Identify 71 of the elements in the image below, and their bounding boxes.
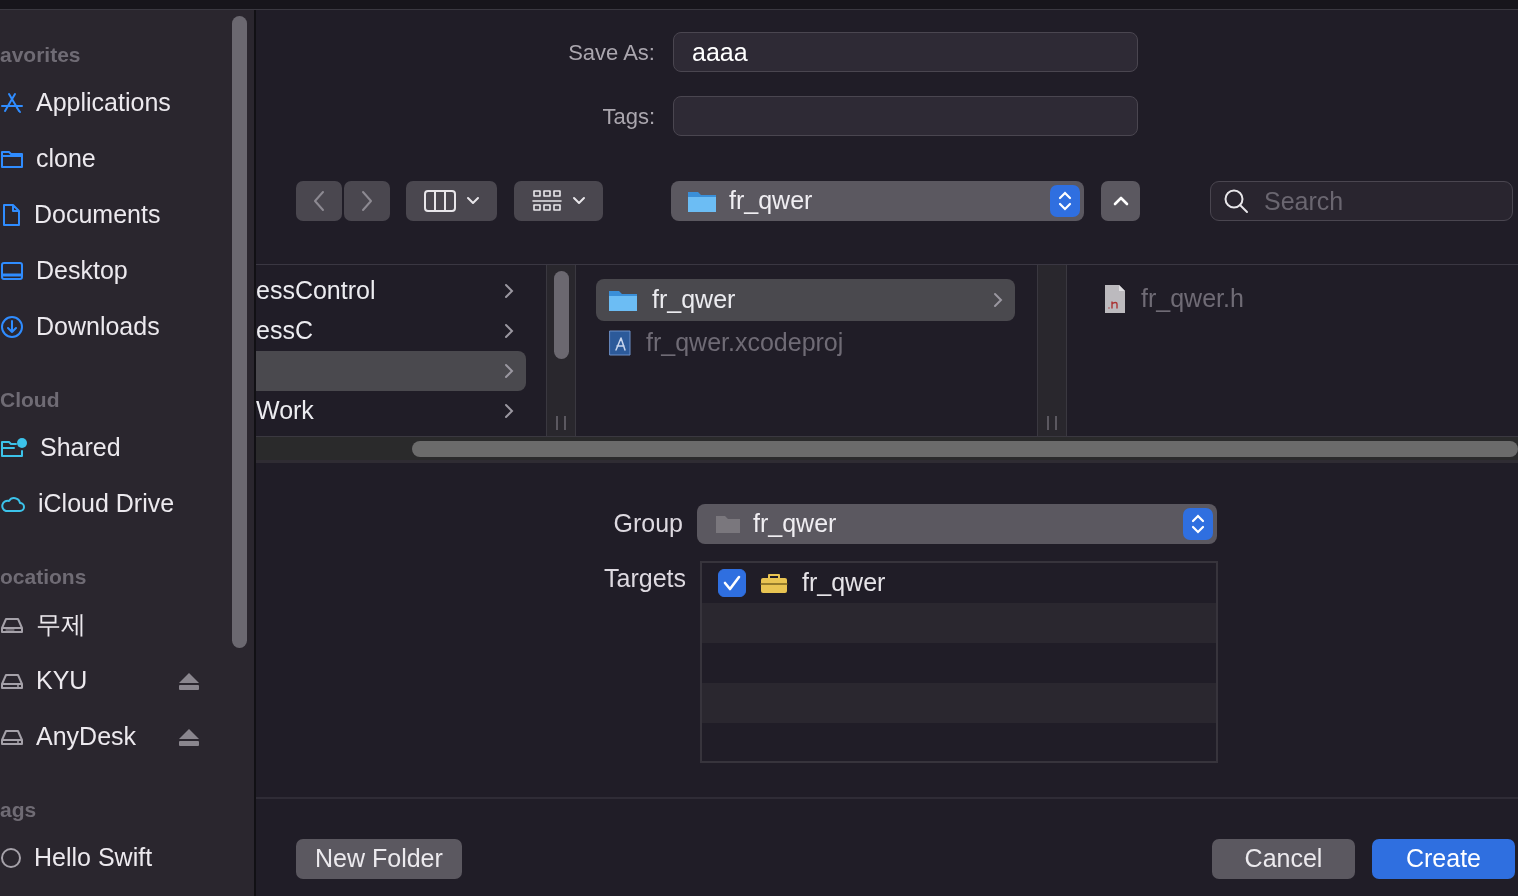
path-popup[interactable]: fr_qwer — [671, 181, 1084, 221]
shared-folder-icon — [0, 436, 28, 460]
sidebar-item[interactable]: Documents — [0, 187, 200, 243]
scrollbar-thumb[interactable] — [554, 271, 569, 359]
file-row[interactable]: fr_qwer — [596, 279, 1015, 321]
file-row[interactable]: essC — [256, 311, 526, 351]
app-store-icon — [0, 91, 24, 115]
sidebar-item[interactable]: iCloud Drive — [0, 476, 200, 532]
sidebar-item[interactable]: Desktop — [0, 243, 200, 299]
section-heading: ocations — [0, 564, 88, 590]
checkmark-icon — [723, 575, 741, 591]
dialog-button[interactable]: Create — [1372, 839, 1515, 879]
grid-icon — [531, 188, 562, 214]
dialog-button[interactable]: New Folder — [296, 839, 462, 879]
section-heading: Cloud — [0, 387, 61, 413]
field-label: Save As: — [567, 38, 656, 67]
grid-view-button[interactable] — [514, 181, 603, 221]
checkbox[interactable] — [718, 569, 746, 597]
file-name-field[interactable]: aaaa — [673, 32, 1138, 72]
header-file-icon — [1103, 284, 1127, 314]
project-file-icon — [608, 329, 632, 357]
chevron-up-icon — [1112, 196, 1129, 206]
folder-icon — [0, 148, 24, 170]
drive-icon — [0, 671, 24, 691]
tags-field[interactable] — [673, 96, 1138, 136]
sidebar-item[interactable]: 무제 — [0, 597, 200, 653]
sidebar-item[interactable]: Applications — [0, 75, 200, 131]
download-icon — [0, 315, 24, 339]
group-popup[interactable]: fr_qwer — [697, 504, 1217, 544]
field-label: Group — [612, 508, 684, 540]
drive-icon — [0, 727, 24, 747]
disk-icon — [0, 615, 24, 635]
sidebar-item[interactable]: AnyDesk — [0, 709, 200, 765]
stepper-icon — [1183, 508, 1213, 540]
chevron-right-icon — [360, 190, 374, 212]
desktop-icon — [0, 260, 24, 282]
folder-icon — [687, 189, 717, 213]
folder-icon — [715, 514, 741, 534]
field-label: Targets — [603, 563, 687, 594]
scrollbar-thumb[interactable] — [412, 440, 1518, 457]
forward-button[interactable] — [344, 181, 390, 221]
caret-icon — [465, 196, 480, 206]
column-view-button[interactable] — [406, 181, 497, 221]
search-field[interactable]: Search — [1210, 181, 1513, 221]
scrollbar-thumb[interactable] — [232, 16, 247, 648]
resize-grip-icon[interactable] — [556, 416, 566, 430]
columns-icon — [423, 189, 456, 213]
field-label: Tags: — [601, 102, 656, 131]
tag-icon — [0, 847, 22, 869]
sidebar-item[interactable]: Hello Swift — [0, 830, 200, 886]
back-button[interactable] — [296, 181, 342, 221]
dialog-button[interactable]: Cancel — [1212, 839, 1355, 879]
file-row[interactable]: Work — [256, 391, 526, 431]
search-icon — [1223, 188, 1249, 214]
stepper-icon — [1050, 185, 1080, 217]
section-heading: ags — [0, 797, 38, 823]
toolbox-icon — [760, 572, 788, 594]
folder-icon — [608, 288, 638, 312]
file-row[interactable]: essControl — [256, 271, 526, 311]
section-heading: avorites — [0, 42, 82, 68]
chevron-left-icon — [312, 190, 326, 212]
up-button[interactable] — [1101, 181, 1140, 221]
caret-icon — [571, 196, 586, 206]
sidebar-item[interactable]: KYU — [0, 653, 200, 709]
target-row[interactable]: fr_qwer — [702, 563, 1216, 603]
resize-grip-icon[interactable] — [1047, 416, 1057, 430]
sidebar-item[interactable]: Downloads — [0, 299, 200, 355]
cloud-icon — [0, 494, 26, 514]
sidebar-item[interactable]: clone — [0, 131, 200, 187]
document-icon — [0, 203, 22, 227]
sidebar-item[interactable]: Shared — [0, 420, 200, 476]
